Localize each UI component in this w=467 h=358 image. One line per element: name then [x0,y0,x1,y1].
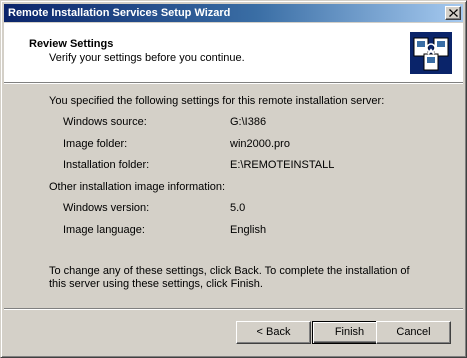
header-separator [4,82,463,84]
footer-note: To change any of these settings, click B… [49,265,410,290]
intro-text: You specified the following settings for… [49,95,385,107]
image-language-value: English [230,224,267,236]
windows-version-value: 5.0 [230,202,246,214]
footer-separator [4,308,463,310]
image-language-label: Image language: [63,224,145,236]
back-button[interactable]: < Back [236,321,311,344]
image-folder-label: Image folder: [63,138,128,150]
wizard-header: Review Settings Verify your settings bef… [4,23,463,82]
close-button[interactable] [445,6,461,20]
windows-version-label: Windows version: [63,202,150,214]
windows-source-value: G:\I386 [230,116,267,128]
installation-folder-value: E:\REMOTEINSTALL [230,159,335,171]
page-subtitle: Verify your settings before you continue… [49,52,245,64]
installation-folder-label: Installation folder: [63,159,150,171]
close-icon [449,9,458,17]
title-bar[interactable]: Remote Installation Services Setup Wizar… [4,4,463,22]
other-info-heading: Other installation image information: [49,181,226,193]
cancel-button[interactable]: Cancel [376,321,451,344]
image-folder-value: win2000.pro [230,138,290,150]
wizard-window: Remote Installation Services Setup Wizar… [0,0,467,358]
wizard-icon [410,32,452,74]
window-title: Remote Installation Services Setup Wizar… [8,7,231,19]
page-title: Review Settings [29,38,114,50]
windows-source-label: Windows source: [63,116,147,128]
